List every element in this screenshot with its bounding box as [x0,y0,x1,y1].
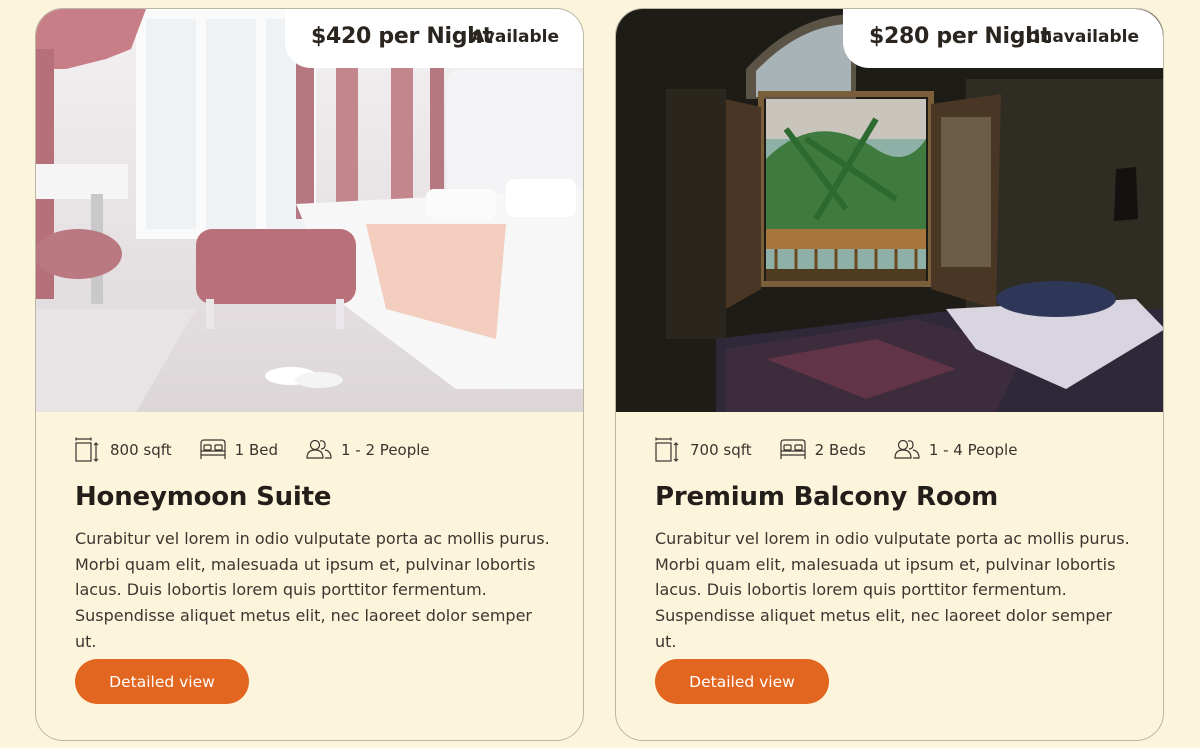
room-description: Curabitur vel lorem in odio vulputate po… [75,529,550,651]
price-label: $280 per Night [869,24,1051,49]
feature-size: 800 sqft [75,437,172,463]
feature-beds: 1 Bed [200,439,278,461]
people-icon [306,439,332,459]
room-card-premium-balcony-room: $280 per Night Unavailable 700 sqft 2 Be… [615,8,1164,741]
room-size-icon [75,437,99,462]
price-badge: $420 per Night Available [285,9,583,68]
room-size-icon [655,437,679,462]
price-label: $420 per Night [311,24,493,49]
availability-status: Available [471,27,559,47]
room-photo [616,9,1163,412]
bed-icon [780,439,806,459]
room-features: 800 sqft 1 Bed 1 - 2 People [75,437,458,463]
availability-status: Unavailable [1026,27,1139,47]
feature-size: 700 sqft [655,437,752,463]
room-photo [36,9,583,412]
room-description: Curabitur vel lorem in odio vulputate po… [655,529,1130,651]
people-icon [894,439,920,459]
feature-people: 1 - 4 People [894,439,1018,461]
bed-icon [200,439,226,459]
people-label: 1 - 2 People [341,441,430,459]
room-card-honeymoon-suite: $420 per Night Available 800 sqft 1 Bed [35,8,584,741]
room-title: Honeymoon Suite [75,482,332,512]
beds-label: 2 Beds [814,441,866,459]
room-title: Premium Balcony Room [655,482,999,512]
price-badge: $280 per Night Unavailable [843,9,1163,68]
people-label: 1 - 4 People [928,441,1018,459]
room-features: 700 sqft 2 Beds 1 - 4 People [655,437,1045,463]
room-size-label: 800 sqft [110,441,172,459]
feature-people: 1 - 2 People [306,439,430,461]
detailed-view-button[interactable]: Detailed view [75,659,249,704]
beds-label: 1 Bed [234,441,278,459]
feature-beds: 2 Beds [780,439,866,461]
room-size-label: 700 sqft [690,441,752,459]
detailed-view-button[interactable]: Detailed view [655,659,829,704]
